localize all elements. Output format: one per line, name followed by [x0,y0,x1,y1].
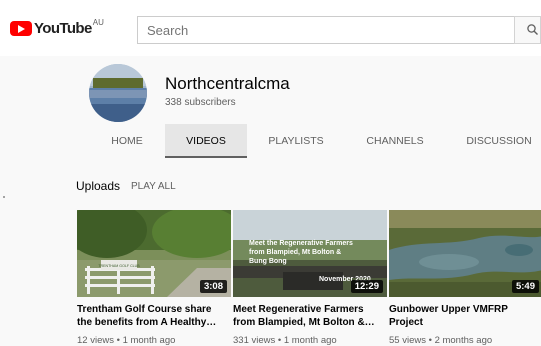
logo-text: YouTube [34,20,92,37]
video-thumbnail[interactable]: 5:49 [389,210,541,297]
top-bar: YouTube AU [0,0,541,56]
logo-region: AU [92,18,104,27]
section-title: Uploads [76,179,121,193]
video-duration: 5:49 [511,280,539,293]
channel-name[interactable]: Northcentralcma [165,74,290,94]
video-card[interactable]: 5:49 Gunbower Upper VMFRP Project 55 vie… [389,210,541,346]
tab-channels[interactable]: CHANNELS [357,124,433,158]
video-meta: 55 views • 2 months ago [389,335,493,346]
youtube-play-icon [10,21,32,36]
search-icon [527,24,538,35]
search-input[interactable] [138,17,517,43]
search-box [137,16,517,44]
video-meta: 12 views • 1 month ago [77,335,176,346]
video-thumbnail[interactable]: Meet the Regenerative Farmers from Blamp… [233,210,387,297]
video-thumbnail[interactable]: TRENTHAM GOLF CLUB 3:08 [77,210,231,297]
play-all-button[interactable]: PLAY ALL [131,181,176,192]
video-title[interactable]: Trentham Golf Course share the benefits … [77,303,227,329]
tab-playlists[interactable]: PLAYLISTS [258,124,334,158]
search-button[interactable] [514,16,541,44]
youtube-logo[interactable]: YouTube AU [10,18,104,37]
tab-home[interactable]: HOME [98,124,156,158]
thumbnail-overlay-line-2: from Blampied, Mt Bolton & [249,249,341,256]
video-card[interactable]: TRENTHAM GOLF CLUB 3:08 Trentham Golf Co… [77,210,231,346]
thumbnail-overlay-line-1: Meet the Regenerative Farmers [249,240,353,247]
avatar-landscape-image [89,64,147,122]
video-duration: 12:29 [350,280,383,293]
video-title[interactable]: Meet Regenerative Farmers from Blampied,… [233,303,383,329]
video-title[interactable]: Gunbower Upper VMFRP Project [389,303,539,329]
video-duration: 3:08 [199,280,227,293]
videos-section: Uploads PLAY ALL TRENTHAM GOLF CLUB 3:08 [0,160,541,346]
thumbnail-overlay-line-3: Bung Bong [249,258,287,265]
channel-tabs: HOME VIDEOS PLAYLISTS CHANNELS DISCUSSIO… [0,124,541,158]
subscriber-count: 338 subscribers [165,97,236,108]
tab-discussion[interactable]: DISCUSSION [461,124,537,158]
tab-videos[interactable]: VIDEOS [165,124,247,158]
video-meta: 331 views • 1 month ago [233,335,337,346]
video-card[interactable]: Meet the Regenerative Farmers from Blamp… [233,210,387,346]
edge-dot [3,196,5,198]
channel-avatar[interactable] [89,64,147,122]
thumbnail-sign-text: TRENTHAM GOLF CLUB [98,264,140,268]
